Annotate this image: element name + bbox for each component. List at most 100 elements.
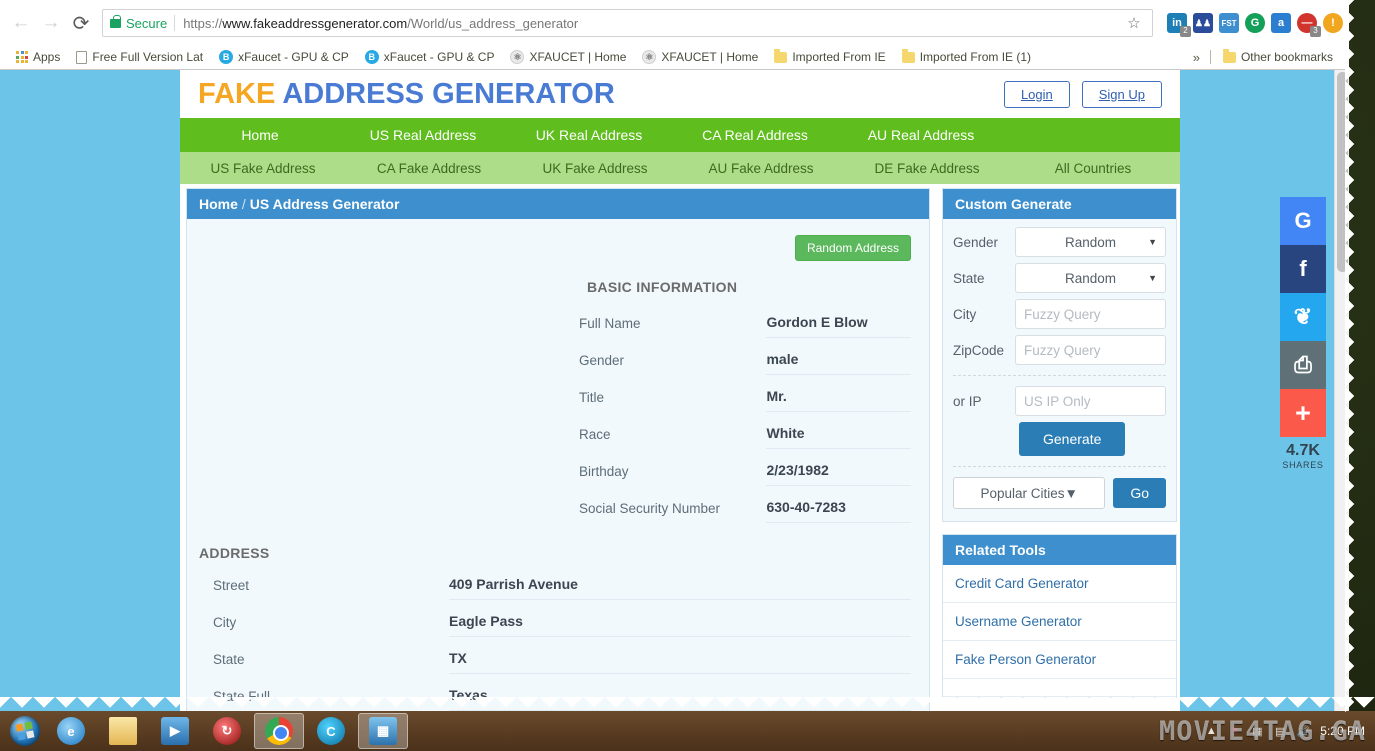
zipcode-input[interactable]: Fuzzy Query [1015,335,1166,365]
field-label: Social Security Number [579,501,721,516]
forward-arrow-icon[interactable]: → [36,8,66,38]
random-address-button[interactable]: Random Address [794,235,911,261]
table-row: Full Name Gordon E Blow [579,301,911,338]
taskbar-app[interactable]: ▦ [358,713,408,749]
field-label: City [213,615,237,630]
nav-link[interactable]: AU Fake Address [678,161,844,176]
nav-item-ca-real-address[interactable]: CA Real Address [672,127,838,143]
nav-link[interactable]: US Real Address [340,127,506,143]
address-bar[interactable]: Secure https://www.fakeaddressgenerator.… [102,9,1153,37]
nav-link[interactable]: All Countries [1010,161,1176,176]
reload-icon[interactable]: ⟳ [66,8,96,38]
nav-link[interactable]: CA Fake Address [346,161,512,176]
related-tool-fake-person-generator[interactable]: Fake Person Generator [943,641,1176,679]
basic-information-title: BASIC INFORMATION [587,279,738,295]
other-bookmarks-label: Other bookmarks [1240,50,1333,64]
taskbar-download-manager[interactable]: ↻ [202,713,252,749]
field-value: Eagle Pass [449,613,911,637]
facebook-share-icon[interactable]: f [1280,245,1326,293]
app-icon: ▦ [369,717,397,745]
amazon-extension-icon[interactable]: a [1271,13,1291,33]
go-button[interactable]: Go [1113,478,1166,508]
generate-button[interactable]: Generate [1019,422,1126,456]
bookmark-label: Free Full Version Lat [92,50,204,64]
linkedin-extension-icon[interactable]: in 2 [1167,13,1191,37]
breadcrumb-home[interactable]: Home [199,196,238,212]
nav-link[interactable]: UK Fake Address [512,161,678,176]
gender-field-row: Gender Random ▼ [953,227,1166,257]
field-value: Mr. [766,388,911,412]
login-button[interactable]: Login [1003,80,1070,108]
table-row: State TX [199,637,911,674]
generate-row: Generate [953,422,1166,456]
main-body: Random Address BASIC INFORMATION Full Na… [187,219,929,711]
divider [953,375,1166,376]
related-tools-title: Related Tools [943,535,1176,565]
nav-item-us-real-address[interactable]: US Real Address [340,127,506,143]
alert-extension-icon[interactable]: ! [1323,13,1343,33]
popular-cities-select[interactable]: Popular Cities ▼ [953,477,1106,509]
nav-link[interactable]: DE Fake Address [844,161,1010,176]
ip-input[interactable]: US IP Only [1015,386,1166,416]
nav-item-au-real-address[interactable]: AU Real Address [838,127,1004,143]
extension-badge: 3 [1310,26,1321,37]
nav-link[interactable]: Home [180,127,340,143]
related-tool-credit-card-generator[interactable]: Credit Card Generator [943,565,1176,603]
nav-item-de-fake-address[interactable]: DE Fake Address [844,161,1010,176]
taskbar-file-explorer[interactable] [98,713,148,749]
browser-chrome: ← → ⟳ Secure https://www.fakeaddressgene… [0,0,1349,70]
site-logo[interactable]: FAKE ADDRESS GENERATOR [198,78,615,111]
taskbar-internet-explorer[interactable]: e [46,713,96,749]
bookmark-star-icon[interactable]: ☆ [1123,12,1145,34]
nav-link[interactable]: UK Real Address [506,127,672,143]
city-input[interactable]: Fuzzy Query [1015,299,1166,329]
people-extension-icon[interactable]: ♟♟ [1193,13,1213,33]
bookmark-folder-imported-ie-1[interactable]: Imported From IE (1) [894,46,1039,68]
twitter-share-icon[interactable]: ❦ [1280,293,1326,341]
grammarly-extension-icon[interactable]: G [1245,13,1265,33]
nav-item-home[interactable]: Home [180,127,340,143]
page-scrollbar[interactable] [1334,70,1349,711]
bookmarks-overflow-icon[interactable]: » [1187,50,1206,65]
back-arrow-icon[interactable]: ← [6,8,36,38]
other-bookmarks-folder[interactable]: Other bookmarks [1215,46,1341,68]
auth-buttons: Login Sign Up [1003,80,1162,108]
adblock-extension-icon[interactable]: —3 [1297,13,1321,37]
bookmark-xfaucet-1[interactable]: B xFaucet - GPU & CP [211,46,357,68]
windows-start-orb[interactable] [4,713,46,749]
more-share-icon[interactable]: + [1280,389,1326,437]
nav-link[interactable]: AU Real Address [838,127,1004,143]
state-select[interactable]: Random ▼ [1015,263,1166,293]
apps-shortcut[interactable]: Apps [8,46,68,68]
nav-item-au-fake-address[interactable]: AU Fake Address [678,161,844,176]
bookmark-xfaucet-home-2[interactable]: ⚛ XFAUCET | Home [634,46,766,68]
nav-item-uk-fake-address[interactable]: UK Fake Address [512,161,678,176]
related-tool-partial[interactable] [943,679,1176,697]
nav-link[interactable]: US Fake Address [180,161,346,176]
bookmark-free-full-version[interactable]: Free Full Version Lat [68,46,211,68]
zipcode-placeholder: Fuzzy Query [1024,342,1101,358]
nav-item-ca-fake-address[interactable]: CA Fake Address [346,161,512,176]
scrollbar-thumb[interactable] [1337,72,1348,272]
gender-select[interactable]: Random ▼ [1015,227,1166,257]
signup-button[interactable]: Sign Up [1081,80,1162,108]
table-row: Street 409 Parrish Avenue [199,563,911,600]
taskbar-ccleaner[interactable]: C [306,713,356,749]
bookmarks-bar: Apps Free Full Version Lat B xFaucet - G… [0,44,1349,69]
field-value: Gordon E Blow [766,314,911,338]
divider [953,466,1166,467]
gender-label: Gender [953,234,999,250]
bookmark-folder-imported-ie[interactable]: Imported From IE [766,46,893,68]
taskbar-chrome[interactable] [254,713,304,749]
print-share-icon[interactable]: ⎙ [1280,341,1326,389]
google-share-icon[interactable]: G [1280,197,1326,245]
nav-item-us-fake-address[interactable]: US Fake Address [180,161,346,176]
bookmark-xfaucet-home-1[interactable]: ⚛ XFAUCET | Home [502,46,634,68]
nav-item-all-countries[interactable]: All Countries [1010,161,1176,176]
fst-extension-icon[interactable]: FST [1219,13,1239,33]
taskbar-media-player[interactable]: ▶ [150,713,200,749]
bookmark-xfaucet-2[interactable]: B xFaucet - GPU & CP [357,46,503,68]
related-tool-username-generator[interactable]: Username Generator [943,603,1176,641]
nav-item-uk-real-address[interactable]: UK Real Address [506,127,672,143]
nav-link[interactable]: CA Real Address [672,127,838,143]
